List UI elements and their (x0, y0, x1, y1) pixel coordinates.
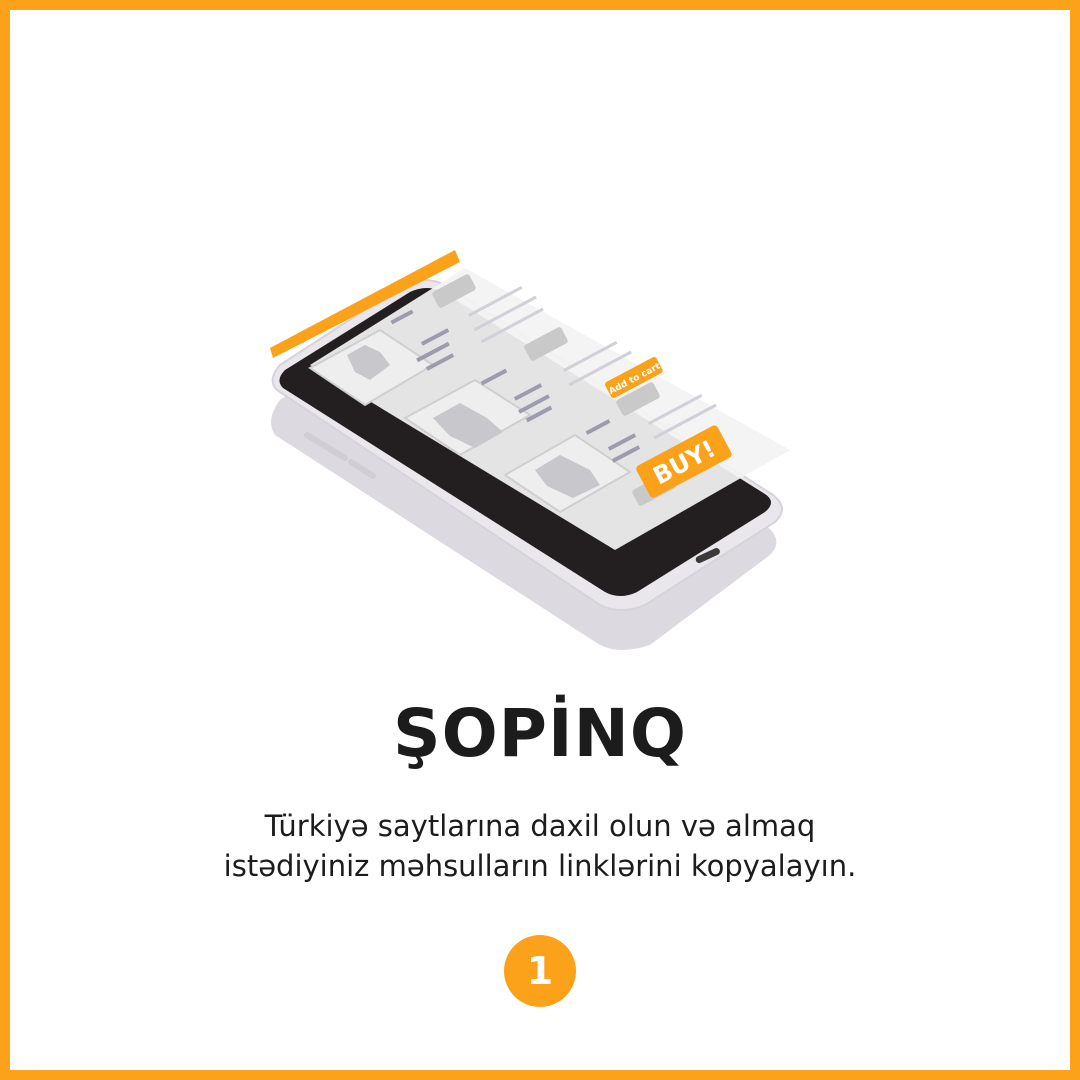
smartphone-shopping-illustration: Add to cart BUY! (270, 250, 790, 650)
step-number-badge: 1 (504, 935, 576, 1007)
description-line-1: Türkiyə saytlarına daxil olun və almaq (264, 809, 816, 843)
page-title: ŞOPİNQ (393, 695, 687, 772)
description-line-2: istədiyiniz məhsulların linklərini kopya… (223, 849, 857, 883)
description: Türkiyə saytlarına daxil olun və almaq i… (140, 806, 940, 886)
